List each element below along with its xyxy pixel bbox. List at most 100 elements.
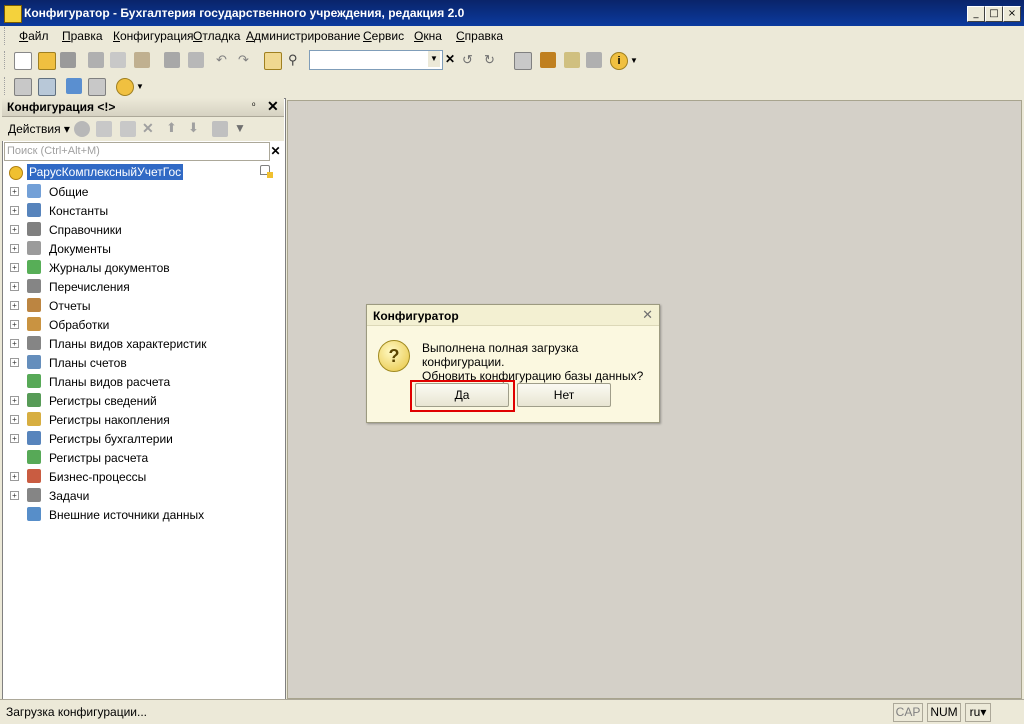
toolbar-more-chevron-down-icon[interactable]: ▼ <box>630 56 646 72</box>
search-icon[interactable]: ⚲ <box>288 52 304 68</box>
move-up-icon[interactable]: ⬆ <box>166 120 182 136</box>
open-file-icon[interactable] <box>38 52 56 70</box>
expand-icon[interactable]: + <box>10 320 19 329</box>
menu-item-6[interactable]: Окна <box>414 29 442 43</box>
menu-grip[interactable] <box>4 27 8 45</box>
toolbar-grip[interactable] <box>4 51 8 69</box>
minimize-button[interactable]: _ <box>967 6 985 22</box>
expand-icon[interactable]: + <box>10 244 19 253</box>
toolbar-grip[interactable] <box>4 77 8 95</box>
tree-item[interactable]: Регистры расчета <box>2 448 284 467</box>
menu-item-1[interactable]: Правка <box>62 29 103 43</box>
panel-toolbar: Действия ▾ ✕ ⬆ ⬇ ▼ <box>2 117 284 141</box>
dialog-message-line1: Выполнена полная загрузка конфигурации. <box>422 341 579 369</box>
menu-item-5[interactable]: Сервис <box>363 29 404 43</box>
copy-item-icon[interactable] <box>120 121 136 137</box>
new-file-icon[interactable] <box>14 52 32 70</box>
tree-item[interactable]: + Планы видов характеристик <box>2 334 284 353</box>
tree-item[interactable]: + Обработки <box>2 315 284 334</box>
cut-icon[interactable] <box>88 52 104 68</box>
debug-more-chevron-down-icon[interactable]: ▼ <box>136 82 152 98</box>
tree-item[interactable]: + Бизнес-процессы <box>2 467 284 486</box>
save-icon[interactable] <box>60 52 76 68</box>
delete-icon[interactable]: ✕ <box>142 120 158 136</box>
menu-item-7[interactable]: Справка <box>456 29 503 43</box>
expand-icon[interactable]: + <box>10 282 19 291</box>
tree-root[interactable]: РарусКомплексныйУчетГос <box>2 163 284 182</box>
tree-item[interactable]: + Регистры накопления <box>2 410 284 429</box>
find-previous-icon[interactable]: ↺ <box>462 52 478 68</box>
menu-item-0[interactable]: Файл <box>19 29 49 43</box>
filter-icon[interactable]: ▼ <box>234 121 250 137</box>
expand-icon[interactable]: + <box>10 206 19 215</box>
update-db-icon[interactable] <box>66 78 82 94</box>
tree-item[interactable]: + Справочники <box>2 220 284 239</box>
move-down-icon[interactable]: ⬇ <box>188 120 204 136</box>
panel-search-clear-icon[interactable]: ✕ <box>268 142 283 160</box>
expand-icon[interactable]: + <box>10 225 19 234</box>
open-configuration-icon[interactable] <box>14 78 32 96</box>
search-dropdown-chevron-down-icon[interactable]: ▼ <box>428 51 440 67</box>
tree-item[interactable]: + Документы <box>2 239 284 258</box>
properties-icon[interactable] <box>88 78 106 96</box>
find-in-files-icon[interactable] <box>264 52 282 70</box>
find-next-icon[interactable]: ↻ <box>484 52 500 68</box>
expand-icon[interactable]: + <box>10 472 19 481</box>
language-indicator[interactable]: ru▾ <box>965 703 991 722</box>
start-debugging-icon[interactable] <box>116 78 134 96</box>
tree-item[interactable]: Планы видов расчета <box>2 372 284 391</box>
undo-icon[interactable]: ↶ <box>216 52 232 68</box>
sort-icon[interactable] <box>212 121 228 137</box>
tree-item-label: Документы <box>49 242 111 256</box>
help-search-icon[interactable] <box>564 52 580 68</box>
accounting-registers-icon <box>27 431 41 445</box>
dialog-close-icon[interactable]: ✕ <box>642 307 653 323</box>
help-contents-icon[interactable] <box>586 52 602 68</box>
copy-icon[interactable] <box>110 52 126 68</box>
toolbar-search-input[interactable] <box>309 50 443 70</box>
expand-icon[interactable]: + <box>10 358 19 367</box>
compare-icon[interactable] <box>38 78 56 96</box>
actions-menu-button[interactable]: Действия ▾ <box>8 122 70 136</box>
tree-item[interactable]: + Планы счетов <box>2 353 284 372</box>
tree-item[interactable]: + Перечисления <box>2 277 284 296</box>
expand-icon[interactable]: + <box>10 415 19 424</box>
menu-item-3[interactable]: Отладка <box>193 29 240 43</box>
search-clear-icon[interactable]: ✕ <box>442 50 458 68</box>
tree-item[interactable]: + Константы <box>2 201 284 220</box>
panel-search-input[interactable]: Поиск (Ctrl+Alt+M) <box>4 142 270 161</box>
tree-item[interactable]: + Регистры сведений <box>2 391 284 410</box>
expand-icon[interactable]: + <box>10 491 19 500</box>
information-registers-icon <box>27 393 41 407</box>
paste-icon[interactable] <box>134 52 150 68</box>
syntax-assistant-icon[interactable] <box>540 52 556 68</box>
tree-item[interactable]: + Общие <box>2 182 284 201</box>
panel-pin-icon[interactable]: ᵒ <box>252 100 255 110</box>
add-icon[interactable] <box>74 121 90 137</box>
tree-item[interactable]: + Журналы документов <box>2 258 284 277</box>
edit-icon[interactable] <box>96 121 112 137</box>
expand-icon[interactable]: + <box>10 396 19 405</box>
expand-icon[interactable]: + <box>10 187 19 196</box>
expand-icon[interactable]: + <box>10 339 19 348</box>
maximize-button[interactable]: □ <box>985 6 1003 22</box>
menu-item-4[interactable]: Администрирование <box>246 29 360 43</box>
expand-icon[interactable]: + <box>10 301 19 310</box>
expand-icon[interactable]: + <box>10 263 19 272</box>
tree-item[interactable]: Внешние источники данных <box>2 505 284 524</box>
dialog-title-bar: Конфигуратор ✕ <box>367 305 659 326</box>
about-icon[interactable]: i <box>610 52 628 70</box>
tree-item[interactable]: + Отчеты <box>2 296 284 315</box>
print-preview-icon[interactable] <box>188 52 204 68</box>
panel-close-icon[interactable]: ✕ <box>267 98 279 115</box>
tree-item[interactable]: + Задачи <box>2 486 284 505</box>
tree-item[interactable]: + Регистры бухгалтерии <box>2 429 284 448</box>
windows-icon[interactable] <box>514 52 532 70</box>
redo-icon[interactable]: ↷ <box>238 52 254 68</box>
menu-item-2[interactable]: Конфигурация <box>113 29 194 43</box>
close-button[interactable]: × <box>1003 6 1021 22</box>
print-icon[interactable] <box>164 52 180 68</box>
expand-icon[interactable]: + <box>10 434 19 443</box>
no-button[interactable]: Нет <box>517 383 611 407</box>
enums-icon <box>27 279 41 293</box>
